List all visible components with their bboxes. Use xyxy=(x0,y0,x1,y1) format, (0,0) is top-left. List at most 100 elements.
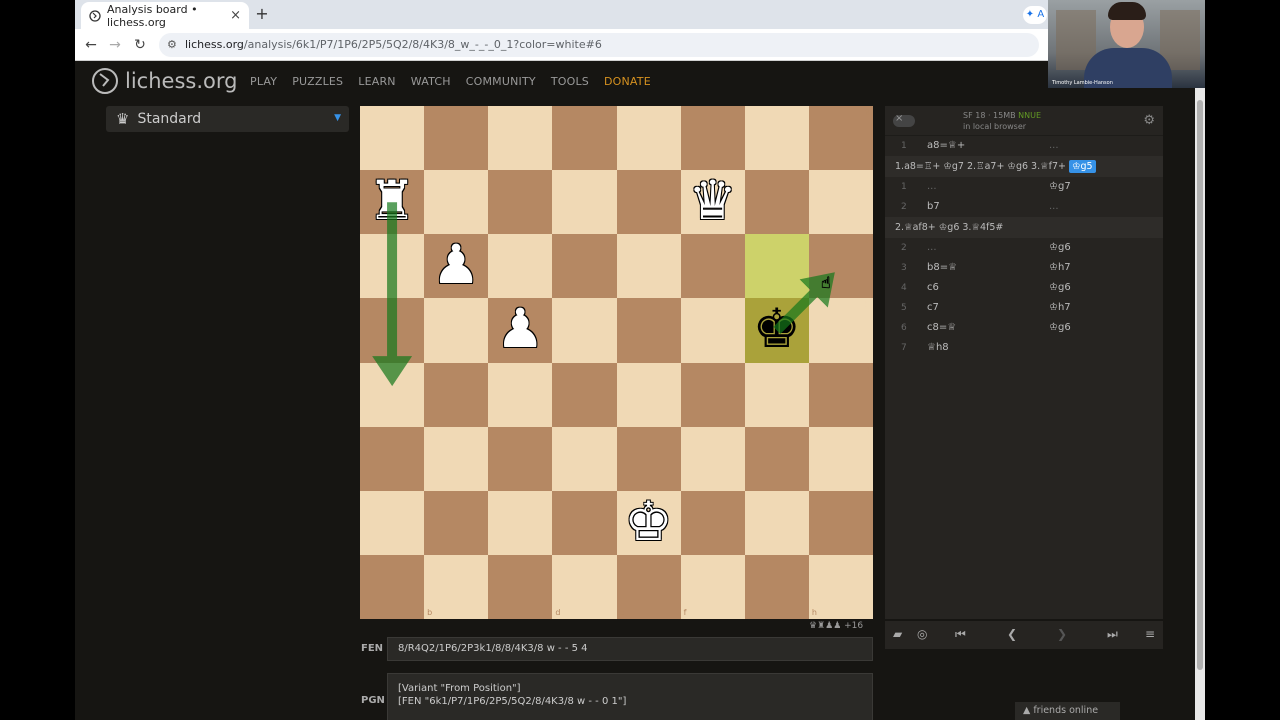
square-g2[interactable] xyxy=(744,490,809,555)
black-move[interactable]: ♔g6 xyxy=(1049,318,1071,338)
piece-a7[interactable]: ♜ xyxy=(360,170,424,234)
target-icon[interactable]: ◎ xyxy=(917,627,927,641)
black-move[interactable]: ♔g6 xyxy=(1049,238,1071,258)
square-a2[interactable] xyxy=(360,490,425,555)
black-move[interactable]: ♔g6 xyxy=(1049,278,1071,298)
square-c6[interactable] xyxy=(488,234,553,299)
piece-g5[interactable]: ♚ xyxy=(745,298,809,362)
black-move[interactable]: ... xyxy=(1049,197,1059,217)
square-h5[interactable] xyxy=(808,298,873,363)
square-c8[interactable] xyxy=(488,106,553,171)
black-move[interactable]: ... xyxy=(1049,136,1059,156)
square-e3[interactable] xyxy=(616,426,681,491)
variant-select[interactable]: ♛ Standard ▼ xyxy=(106,106,349,132)
square-d6[interactable] xyxy=(552,234,617,299)
square-c4[interactable] xyxy=(488,362,553,427)
engine-toggle[interactable] xyxy=(893,113,915,127)
menu-icon[interactable]: ≡ xyxy=(1145,627,1155,641)
last-move-icon[interactable]: ⏭ xyxy=(1107,627,1118,642)
square-f3[interactable] xyxy=(680,426,745,491)
gear-icon[interactable]: ⚙ xyxy=(1143,113,1155,128)
square-e7[interactable] xyxy=(616,170,681,235)
square-a5[interactable] xyxy=(360,298,425,363)
square-d8[interactable] xyxy=(552,106,617,171)
square-b5[interactable] xyxy=(424,298,489,363)
white-move[interactable]: c6 xyxy=(927,278,939,298)
square-d7[interactable] xyxy=(552,170,617,235)
square-a4[interactable] xyxy=(360,362,425,427)
close-tab-icon[interactable]: × xyxy=(230,8,241,23)
fen-input[interactable]: 8/R4Q2/1P6/2P3k1/8/8/4K3/8 w - - 5 4 xyxy=(387,637,873,661)
white-move[interactable]: a8=♕+ xyxy=(927,136,965,156)
square-b4[interactable] xyxy=(424,362,489,427)
gemini-badge-icon[interactable]: ✦ A xyxy=(1023,6,1047,24)
square-f8[interactable] xyxy=(680,106,745,171)
active-move[interactable]: ♔g5 xyxy=(1069,160,1096,173)
forward-arrow-icon[interactable]: → xyxy=(105,35,125,55)
square-c3[interactable] xyxy=(488,426,553,491)
square-a1[interactable] xyxy=(360,554,425,619)
lichess-logo[interactable]: lichess.org xyxy=(91,67,237,95)
piece-f7[interactable]: ♛ xyxy=(681,170,745,234)
nav-community[interactable]: COMMUNITY xyxy=(466,75,536,88)
black-move[interactable]: ♔h7 xyxy=(1049,298,1071,318)
square-g3[interactable] xyxy=(744,426,809,491)
square-a8[interactable] xyxy=(360,106,425,171)
black-move[interactable]: ♔g7 xyxy=(1049,177,1071,197)
variation-1[interactable]: 1.a8=♖+ ♔g7 2.♖a7+ ♔g6 3.♕f7+ ♔g5 xyxy=(885,156,1163,177)
square-g4[interactable] xyxy=(744,362,809,427)
back-arrow-icon[interactable]: ← xyxy=(81,35,101,55)
square-g6[interactable] xyxy=(744,234,809,299)
square-g1[interactable] xyxy=(744,554,809,619)
scrollbar-thumb[interactable] xyxy=(1197,100,1203,670)
reload-icon[interactable]: ↻ xyxy=(130,35,150,55)
next-move-icon[interactable]: ❯ xyxy=(1057,627,1067,641)
white-move[interactable]: b7 xyxy=(927,197,940,217)
black-move[interactable]: ♔h7 xyxy=(1049,258,1071,278)
square-f4[interactable] xyxy=(680,362,745,427)
piece-e2[interactable]: ♚ xyxy=(617,490,681,555)
square-d5[interactable] xyxy=(552,298,617,363)
nav-tools[interactable]: TOOLS xyxy=(551,75,589,88)
square-b2[interactable] xyxy=(424,490,489,555)
nav-donate[interactable]: DONATE xyxy=(604,75,651,88)
url-input[interactable]: ⚙ lichess.org/analysis/6k1/P7/1P6/2P5/5Q… xyxy=(159,33,1039,57)
square-e4[interactable] xyxy=(616,362,681,427)
square-b1[interactable] xyxy=(424,554,489,619)
square-c2[interactable] xyxy=(488,490,553,555)
square-e6[interactable] xyxy=(616,234,681,299)
new-tab-button[interactable]: + xyxy=(251,4,273,26)
chess-board[interactable]: ♜ ♛ ♟ ♟ ♚ ♚ ☝ abcdefgh87654321 xyxy=(360,106,873,619)
square-a3[interactable] xyxy=(360,426,425,491)
square-d3[interactable] xyxy=(552,426,617,491)
nav-watch[interactable]: WATCH xyxy=(411,75,451,88)
white-move[interactable]: b8=♕ xyxy=(927,258,957,278)
square-h8[interactable] xyxy=(808,106,873,171)
piece-c5[interactable]: ♟ xyxy=(488,298,552,362)
prev-move-icon[interactable]: ❮ xyxy=(1007,627,1017,641)
square-b3[interactable] xyxy=(424,426,489,491)
nav-learn[interactable]: LEARN xyxy=(358,75,395,88)
white-move[interactable]: c7 xyxy=(927,298,939,318)
white-move[interactable]: ♕h8 xyxy=(927,338,949,358)
friends-online-button[interactable]: ▲ friends online xyxy=(1015,702,1120,720)
square-h6[interactable] xyxy=(808,234,873,299)
square-f5[interactable] xyxy=(680,298,745,363)
book-icon[interactable]: ▰ xyxy=(893,627,902,641)
square-b8[interactable] xyxy=(424,106,489,171)
square-c7[interactable] xyxy=(488,170,553,235)
square-f1[interactable] xyxy=(680,554,745,619)
square-b7[interactable] xyxy=(424,170,489,235)
variation-2[interactable]: 2.♕af8+ ♔g6 3.♕4f5# xyxy=(885,217,1163,238)
square-e8[interactable] xyxy=(616,106,681,171)
white-move[interactable]: ... xyxy=(927,177,937,197)
nav-play[interactable]: PLAY xyxy=(250,75,277,88)
square-d4[interactable] xyxy=(552,362,617,427)
nav-puzzles[interactable]: PUZZLES xyxy=(292,75,343,88)
first-move-icon[interactable]: ⏮ xyxy=(955,627,966,642)
square-a6[interactable] xyxy=(360,234,425,299)
variation-1-moves[interactable]: 1.a8=♖+ ♔g7 2.♖a7+ ♔g6 3.♕f7+ xyxy=(895,161,1066,172)
square-g7[interactable] xyxy=(744,170,809,235)
square-c1[interactable] xyxy=(488,554,553,619)
site-settings-icon[interactable]: ⚙ xyxy=(167,33,177,57)
